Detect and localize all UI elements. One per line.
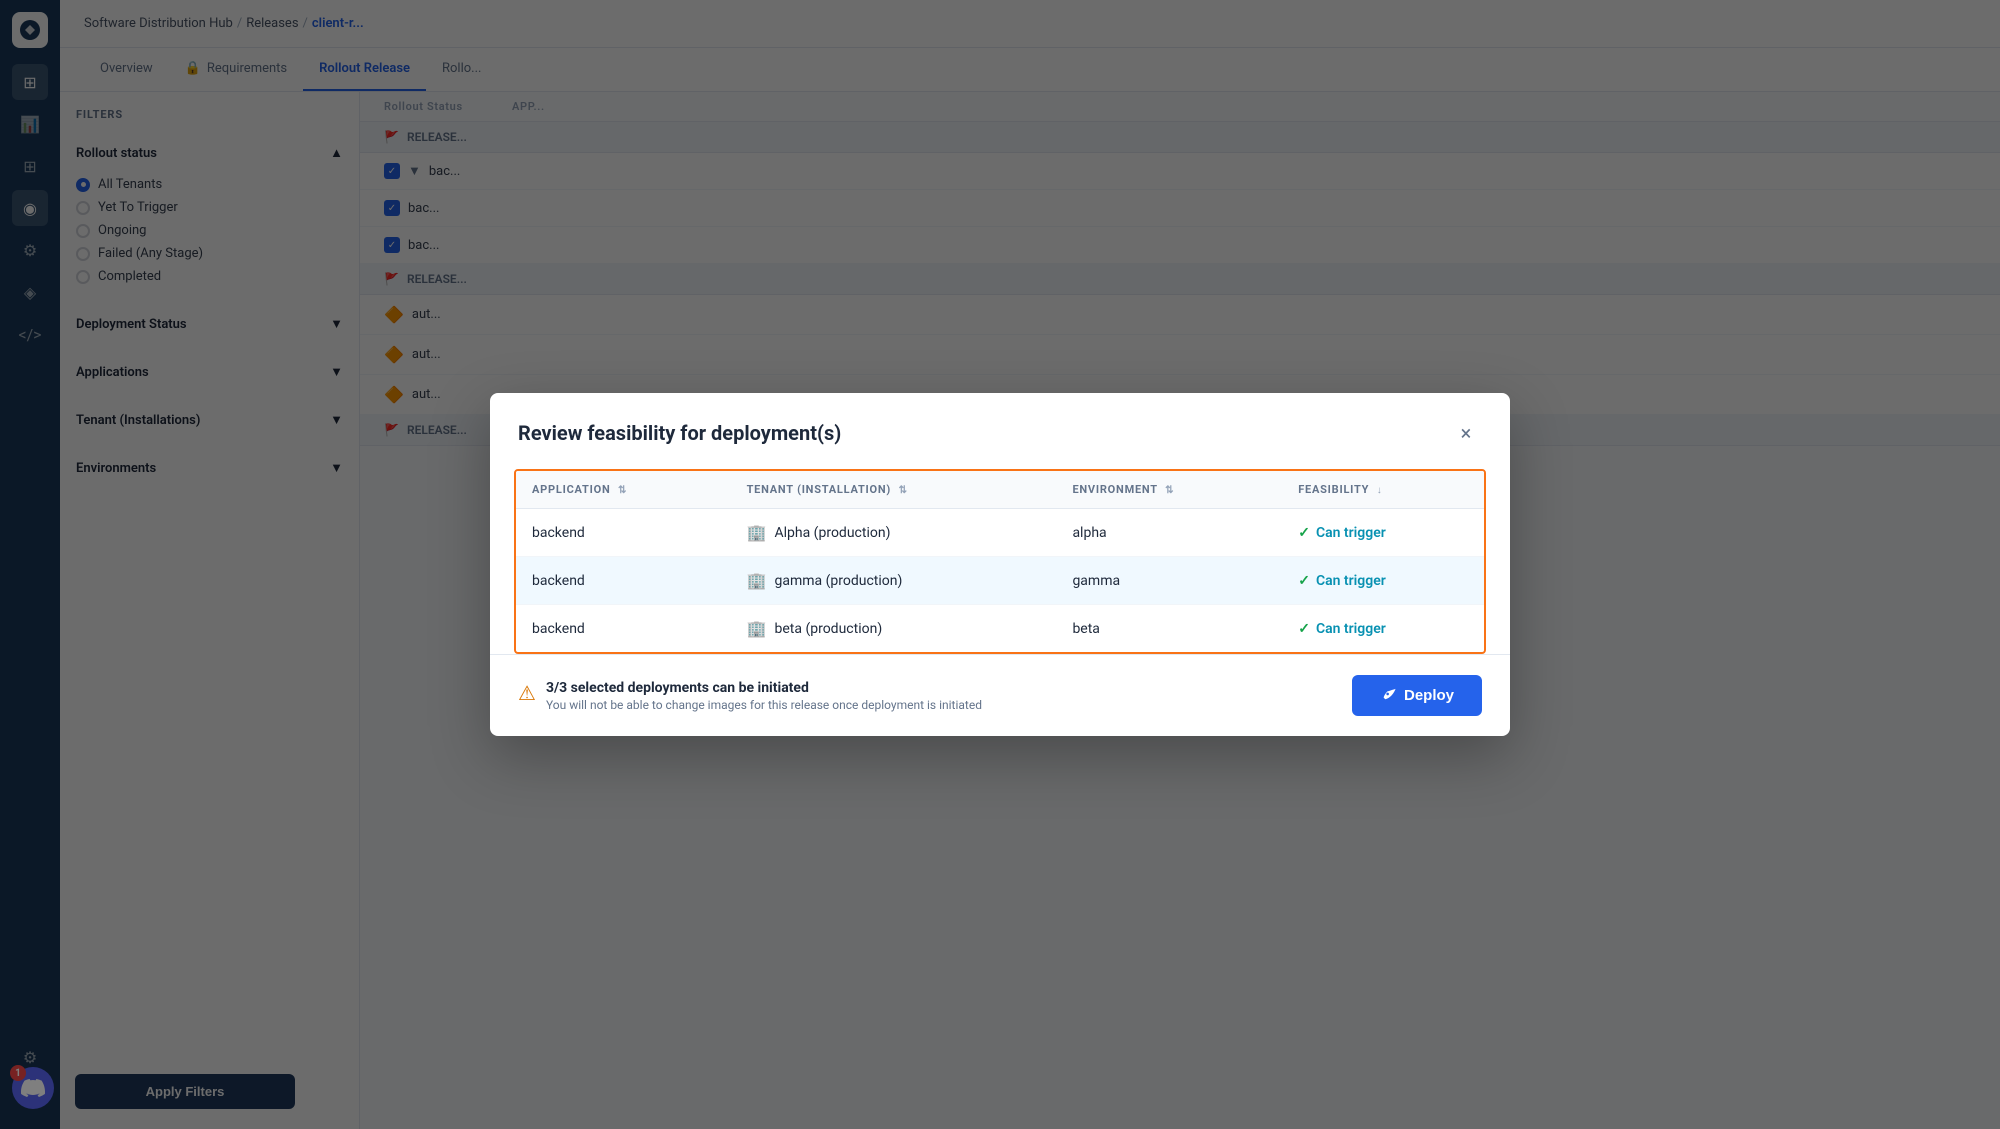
cell-tenant-3: 🏢 beta (production): [731, 605, 1057, 653]
tenant-icon-2: 🏢: [747, 571, 767, 590]
cell-env-1: alpha: [1056, 509, 1282, 557]
footer-summary: 3/3 selected deployments can be initiate…: [546, 680, 982, 696]
cell-env-3: beta: [1056, 605, 1282, 653]
cell-feasibility-2: ✓ Can trigger: [1282, 557, 1484, 605]
col-header-feasibility[interactable]: FEASIBILITY ↓: [1282, 471, 1484, 509]
cell-feasibility-1: ✓ Can trigger: [1282, 509, 1484, 557]
sort-icon-environment: ⇅: [1165, 485, 1174, 496]
table-row-1: backend 🏢 Alpha (production) alpha ✓ Ca: [516, 509, 1484, 557]
col-header-environment[interactable]: ENVIRONMENT ⇅: [1056, 471, 1282, 509]
check-icon-2: ✓: [1298, 573, 1310, 589]
sort-icon-tenant: ⇅: [899, 485, 908, 496]
dialog-close-button[interactable]: ×: [1450, 417, 1482, 449]
deploy-button[interactable]: Deploy: [1352, 675, 1482, 716]
feasibility-table: APPLICATION ⇅ TENANT (INSTALLATION) ⇅ EN…: [516, 471, 1484, 652]
cell-tenant-2: 🏢 gamma (production): [731, 557, 1057, 605]
footer-warning: You will not be able to change images fo…: [546, 698, 982, 712]
col-header-application[interactable]: APPLICATION ⇅: [516, 471, 731, 509]
tenant-icon-3: 🏢: [747, 619, 767, 638]
check-icon-1: ✓: [1298, 525, 1310, 541]
tenant-icon-1: 🏢: [747, 523, 767, 542]
dialog-table-wrap: APPLICATION ⇅ TENANT (INSTALLATION) ⇅ EN…: [514, 469, 1486, 654]
sort-icon-feasibility: ↓: [1377, 485, 1383, 496]
sort-icon-application: ⇅: [618, 485, 627, 496]
dialog-title: Review feasibility for deployment(s): [518, 421, 841, 445]
cell-app-2: backend: [516, 557, 731, 605]
cell-tenant-1: 🏢 Alpha (production): [731, 509, 1057, 557]
footer-info: ⚠ 3/3 selected deployments can be initia…: [518, 680, 982, 712]
cell-app-3: backend: [516, 605, 731, 653]
modal-overlay: Review feasibility for deployment(s) × A…: [0, 0, 2000, 1129]
col-header-tenant[interactable]: TENANT (INSTALLATION) ⇅: [731, 471, 1057, 509]
check-icon-3: ✓: [1298, 621, 1310, 637]
dialog-header: Review feasibility for deployment(s) ×: [490, 393, 1510, 469]
warning-icon: ⚠: [518, 681, 536, 705]
cell-app-1: backend: [516, 509, 731, 557]
rocket-icon: [1380, 688, 1396, 704]
cell-env-2: gamma: [1056, 557, 1282, 605]
dialog-footer: ⚠ 3/3 selected deployments can be initia…: [490, 654, 1510, 736]
dialog: Review feasibility for deployment(s) × A…: [490, 393, 1510, 736]
cell-feasibility-3: ✓ Can trigger: [1282, 605, 1484, 653]
table-row-2: backend 🏢 gamma (production) gamma ✓ Ca: [516, 557, 1484, 605]
table-row-3: backend 🏢 beta (production) beta ✓ Can: [516, 605, 1484, 653]
